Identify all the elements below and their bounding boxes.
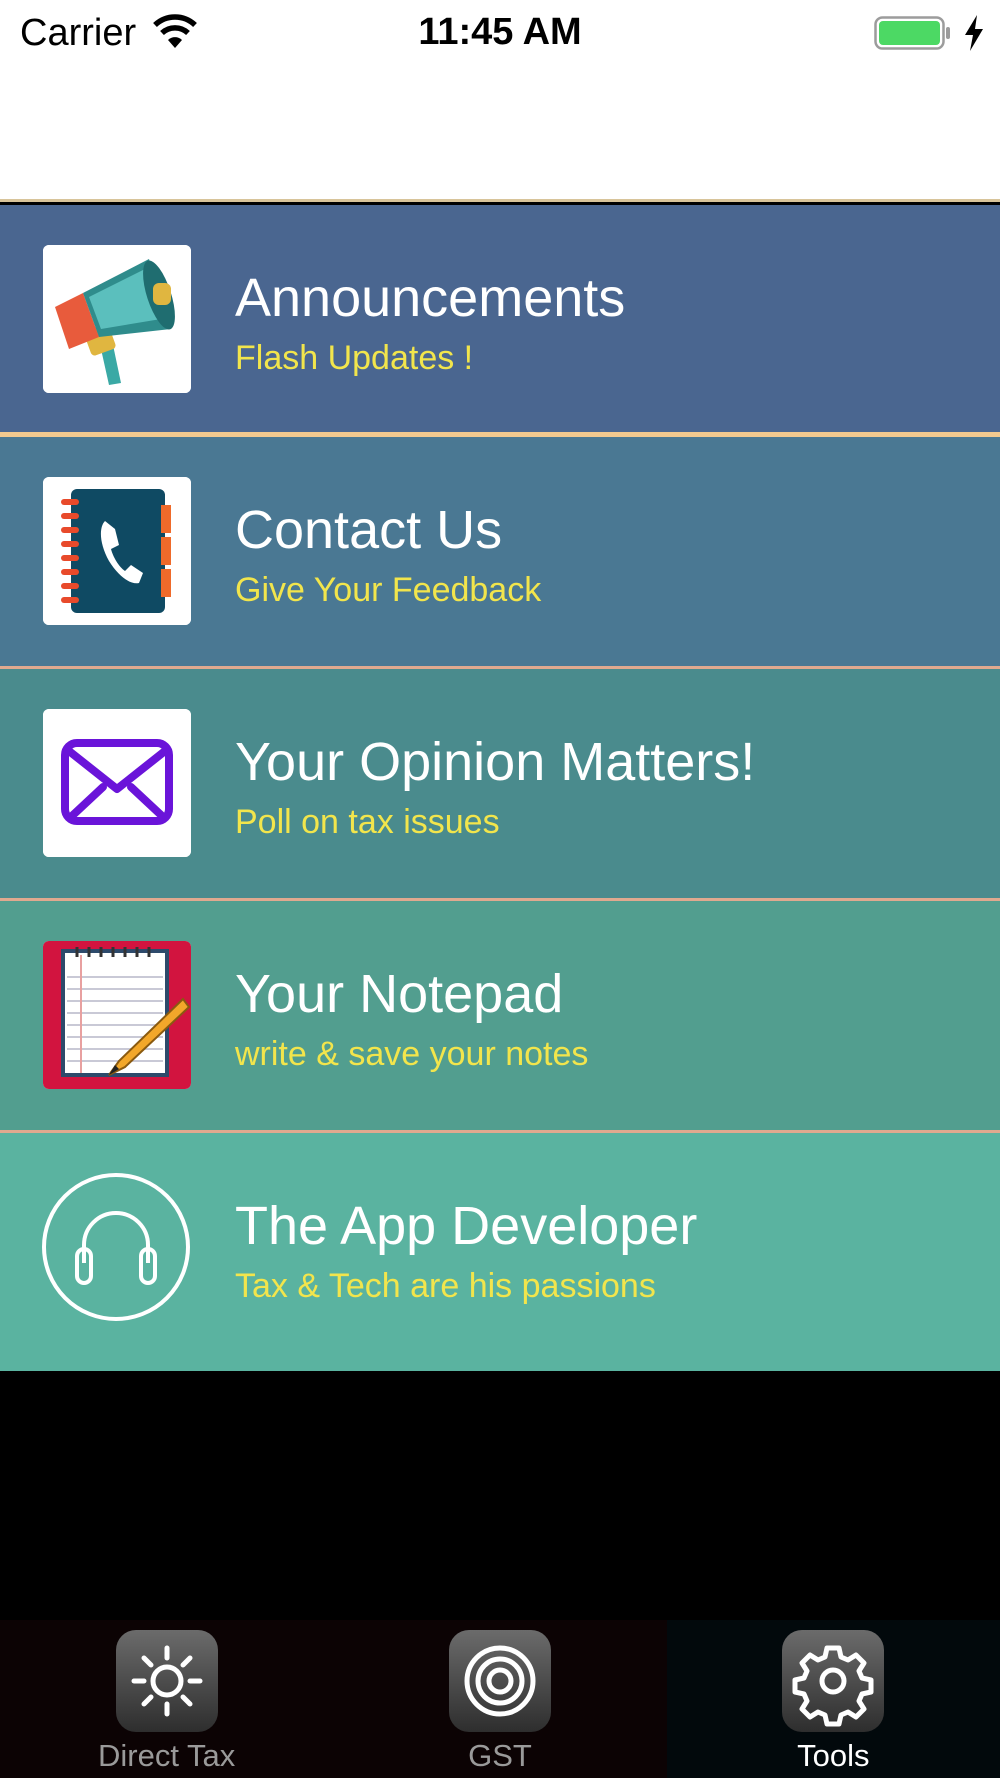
tab-direct-tax[interactable]: Direct Tax	[0, 1620, 333, 1778]
tab-tools[interactable]: Tools	[666, 1620, 1000, 1778]
menu-item-subtitle: Give Your Feedback	[235, 571, 542, 609]
menu-item-notepad[interactable]: Your Notepad write & save your notes	[0, 901, 1000, 1133]
menu-item-subtitle: Poll on tax issues	[235, 803, 500, 841]
megaphone-icon	[43, 245, 191, 393]
status-time: 11:45 AM	[418, 11, 582, 53]
sun-icon	[115, 1630, 218, 1732]
menu-item-title: Your Opinion Matters!	[235, 732, 756, 792]
menu-item-contact-us[interactable]: Contact Us Give Your Feedback	[0, 437, 1000, 669]
menu-item-app-developer[interactable]: The App Developer Tax & Tech are his pas…	[0, 1133, 1000, 1371]
envelope-icon	[43, 709, 191, 857]
menu-item-title: Announcements	[235, 268, 626, 328]
tab-bar: Direct Tax GST Tools	[0, 1620, 1000, 1778]
tab-label: Tools	[797, 1738, 870, 1773]
charging-bolt-icon	[965, 15, 983, 51]
menu-item-subtitle: Tax & Tech are his passions	[235, 1267, 656, 1305]
headphones-icon	[42, 1173, 190, 1321]
battery-icon	[874, 16, 950, 50]
menu-item-title: The App Developer	[235, 1196, 698, 1256]
menu-item-announcements[interactable]: Announcements Flash Updates !	[0, 205, 1000, 437]
phone-book-icon	[43, 477, 191, 625]
menu-item-title: Contact Us	[235, 500, 503, 560]
tab-label: Direct Tax	[98, 1738, 236, 1773]
navigation-bar	[0, 66, 1000, 202]
tab-gst[interactable]: GST	[333, 1620, 666, 1778]
notepad-icon	[43, 941, 191, 1089]
tab-label: GST	[468, 1738, 532, 1773]
status-bar: Carrier 11:45 AM	[0, 0, 1000, 66]
menu-item-subtitle: Flash Updates !	[235, 339, 474, 377]
tools-menu-list: Announcements Flash Updates ! Contact Us	[0, 205, 1000, 1371]
target-icon	[448, 1630, 551, 1732]
gear-icon	[782, 1630, 885, 1732]
menu-item-title: Your Notepad	[235, 964, 564, 1024]
menu-item-subtitle: write & save your notes	[235, 1035, 589, 1073]
menu-item-opinion-poll[interactable]: Your Opinion Matters! Poll on tax issues	[0, 669, 1000, 901]
